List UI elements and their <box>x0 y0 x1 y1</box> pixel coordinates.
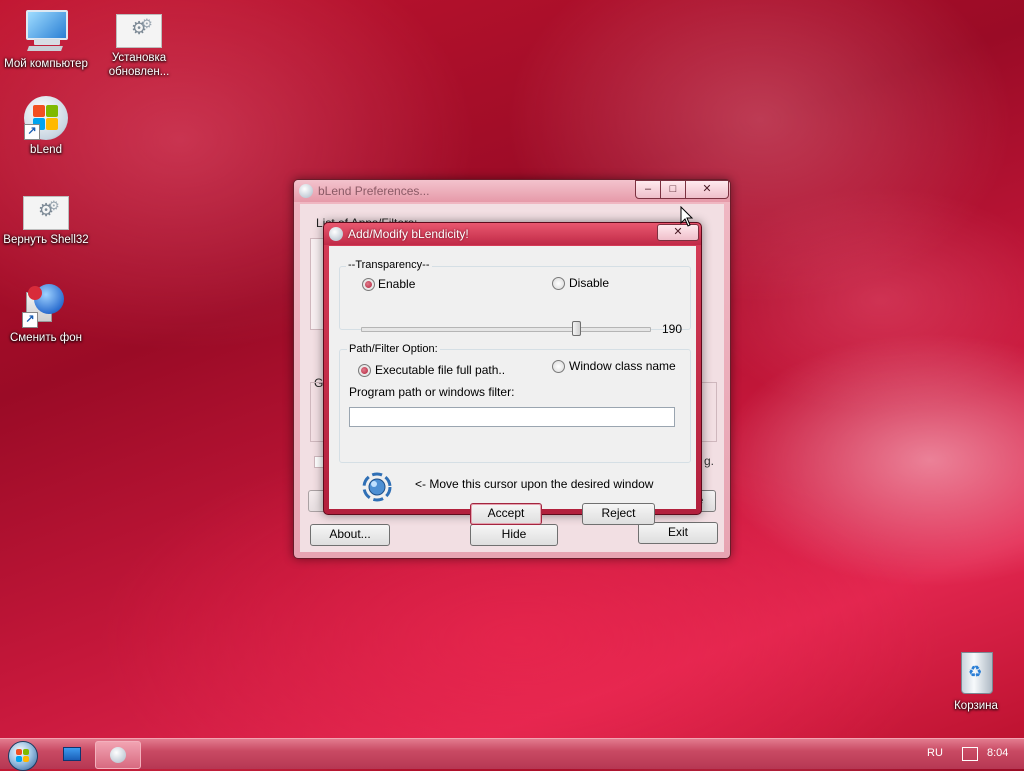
desktop-icon-change-wallpaper[interactable]: ↗ Сменить фон <box>0 280 92 345</box>
window-titlebar[interactable]: bLend Preferences... – □ ✕ <box>294 180 730 202</box>
path-filter-group-label: Path/Filter Option: <box>347 343 440 355</box>
faded-text-right: g. <box>704 454 715 468</box>
exit-button[interactable]: Exit <box>638 522 718 544</box>
transparency-slider-track[interactable] <box>361 327 651 332</box>
desktop-icon-install-updates[interactable]: ⚙ ⚙ Установка обновлен... <box>93 6 185 79</box>
desktop-icon-label: Корзина <box>954 700 998 712</box>
executable-path-radio[interactable] <box>358 364 371 377</box>
window-title: bLend Preferences... <box>318 184 430 198</box>
mouse-cursor-icon <box>680 205 694 228</box>
transparency-group-label: --Transparency-- <box>346 259 432 271</box>
hide-button[interactable]: Hide <box>470 524 558 546</box>
about-button[interactable]: About... <box>310 524 390 546</box>
cursor-hint-text: <- Move this cursor upon the desired win… <box>415 477 654 491</box>
dialog-title: Add/Modify bLendicity! <box>348 227 469 241</box>
app-icon <box>299 184 313 198</box>
windows-logo-icon <box>16 749 30 763</box>
shortcut-arrow-icon: ↗ <box>22 312 38 328</box>
program-path-input[interactable] <box>349 407 675 427</box>
action-center-flag-icon[interactable] <box>962 747 978 761</box>
desktop-icon-label: Сменить фон <box>9 332 83 344</box>
disable-label: Disable <box>569 276 610 290</box>
program-path-label: Program path or windows filter: <box>349 385 515 399</box>
transparency-group: --Transparency-- <box>339 259 691 330</box>
language-indicator[interactable]: RU <box>927 747 943 759</box>
app-icon <box>329 227 343 241</box>
desktop-icon-label: Вернуть Shell32 <box>3 234 89 246</box>
desktop-icon-blend[interactable]: ↗ bLend <box>0 96 92 157</box>
maximize-button[interactable]: □ <box>660 180 686 199</box>
enable-label: Enable <box>378 277 416 291</box>
shortcut-arrow-icon: ↗ <box>24 124 40 140</box>
desktop-icon-recycle-bin[interactable]: ♻ Корзина <box>930 648 1022 713</box>
computer-icon <box>22 6 70 54</box>
show-desktop-icon[interactable] <box>63 747 81 761</box>
settings-icon: ⚙ ⚙ <box>23 196 69 230</box>
minimize-button[interactable]: – <box>635 180 661 199</box>
window-class-radio[interactable] <box>552 360 565 373</box>
app-icon <box>110 747 126 763</box>
accept-button[interactable]: Accept <box>470 503 542 525</box>
start-button[interactable] <box>8 741 38 771</box>
recycle-bin-icon: ♻ <box>952 648 1000 696</box>
reject-button[interactable]: Reject <box>582 503 655 525</box>
transparency-slider-thumb[interactable] <box>572 321 581 336</box>
desktop-icon-my-computer[interactable]: Мой компьютер <box>0 6 92 71</box>
add-modify-dialog[interactable]: Add/Modify bLendicity! ✕ --Transparency-… <box>323 222 702 525</box>
executable-path-label: Executable file full path.. <box>375 363 506 377</box>
close-button[interactable]: ✕ <box>685 180 729 199</box>
window-class-label: Window class name <box>569 359 676 373</box>
desktop-icon-label: Мой компьютер <box>4 58 88 70</box>
cursor-finder-icon[interactable] <box>361 471 393 503</box>
desktop-icon-label: Установка обновлен... <box>108 52 170 78</box>
dialog-body: --Transparency-- Enable Disable 190 Path… <box>329 246 696 525</box>
settings-icon: ⚙ ⚙ <box>116 14 162 48</box>
enable-radio[interactable] <box>362 278 375 291</box>
transparency-value: 190 <box>662 322 683 336</box>
taskbar-button-blend[interactable] <box>95 741 141 769</box>
dialog-titlebar[interactable]: Add/Modify bLendicity! ✕ <box>324 223 701 245</box>
windows-logo-icon: ↗ <box>24 96 68 140</box>
desktop-icon-label: bLend <box>30 144 62 156</box>
wallpaper-icon: ↗ <box>22 280 70 328</box>
disable-radio[interactable] <box>552 277 565 290</box>
taskbar: RU 8:04 <box>0 738 1024 771</box>
desktop-icon-restore-shell32[interactable]: ⚙ ⚙ Вернуть Shell32 <box>0 188 92 247</box>
clock[interactable]: 8:04 <box>987 747 1008 759</box>
